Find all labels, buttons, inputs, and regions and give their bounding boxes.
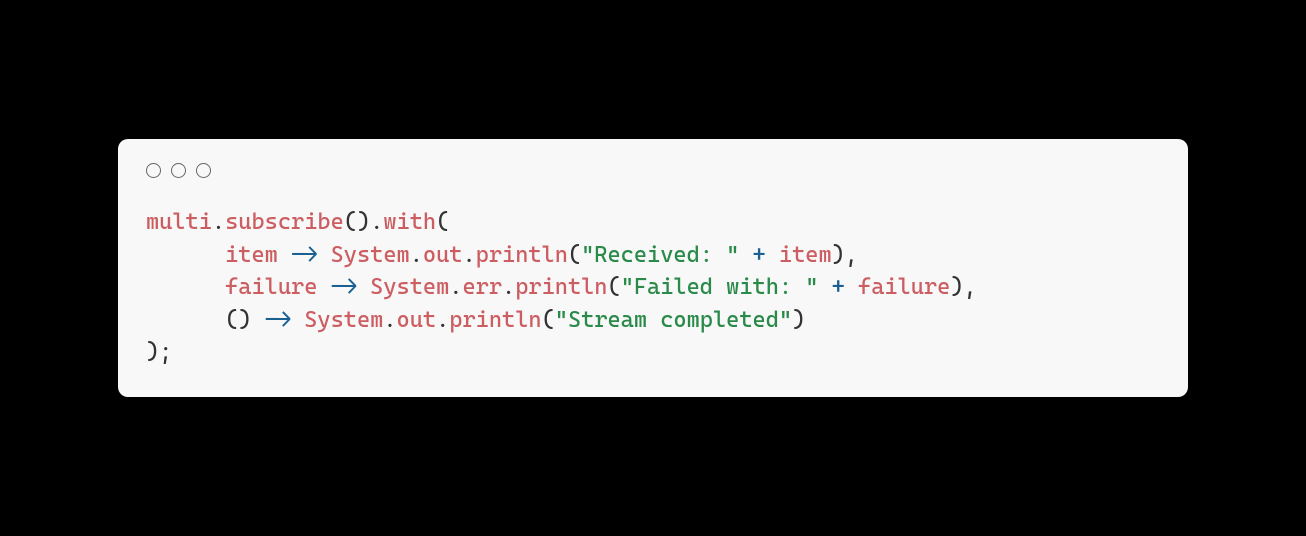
window-dot-3 (196, 163, 211, 178)
code-window: multi.subscribe().with( item -> System.o… (118, 139, 1188, 397)
code-line-3: failure -> System.err.println("Failed wi… (146, 274, 977, 300)
code-block: multi.subscribe().with( item -> System.o… (146, 206, 1160, 369)
code-line-1: multi.subscribe().with( (146, 209, 449, 235)
code-line-2: item -> System.out.println("Received: " … (146, 242, 858, 268)
code-line-4: () -> System.out.println("Stream complet… (146, 307, 805, 333)
code-line-5: ); (146, 339, 172, 365)
window-controls (146, 163, 1160, 178)
window-dot-1 (146, 163, 161, 178)
window-dot-2 (171, 163, 186, 178)
